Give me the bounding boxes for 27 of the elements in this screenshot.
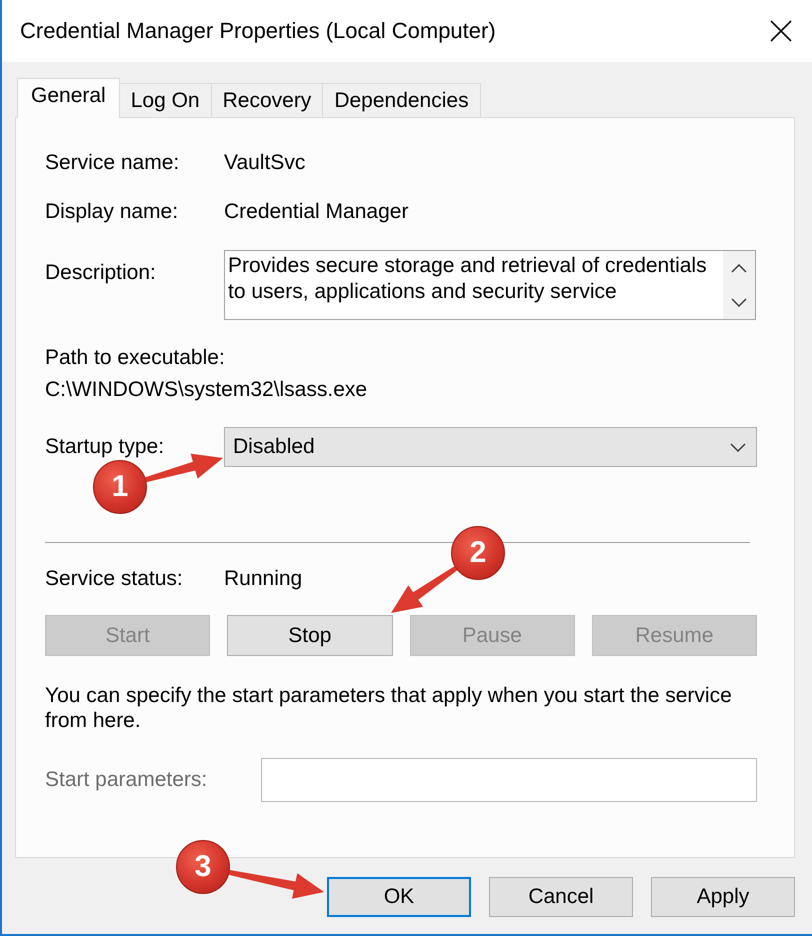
field-value: Credential Manager (224, 200, 408, 224)
tab[interactable]: Dependencies (322, 83, 481, 117)
dialog-button[interactable]: Apply (651, 877, 795, 917)
description-field[interactable]: Provides secure storage and retrieval of credentials to users, applications and security service (224, 250, 756, 320)
field-value: C:\WINDOWS\system32\lsass.exe (45, 378, 368, 402)
dialog-button[interactable]: Cancel (489, 877, 633, 917)
field-label: Start parameters: (45, 768, 208, 792)
field-value: VaultSvc (224, 151, 306, 175)
tab[interactable]: General (17, 78, 120, 118)
annotation-arrow (391, 566, 458, 613)
field-label: Startup type: (45, 435, 166, 459)
scrollbar[interactable] (723, 251, 755, 319)
chevron-up-icon[interactable] (731, 264, 747, 272)
dialog-button[interactable]: OK (327, 877, 471, 917)
field-label: Display name: (45, 200, 180, 224)
window-title: Credential Manager Properties (Local Computer) (20, 17, 496, 45)
field-label: Description: (45, 260, 157, 285)
field-value: Running (224, 567, 302, 591)
field-label: Path to executable: (45, 346, 226, 370)
field-label: Service status: (45, 567, 184, 591)
help-text: You can specify the start parameters that apply when you start the service from here. (45, 683, 733, 733)
field-label: Service name: (45, 151, 180, 175)
chevron-down-icon[interactable] (730, 442, 746, 452)
close-icon[interactable] (770, 20, 792, 42)
service-control-button[interactable]: Stop (227, 615, 392, 656)
startup-type-dropdown[interactable]: Disabled (224, 427, 757, 467)
chevron-down-icon[interactable] (731, 298, 747, 306)
